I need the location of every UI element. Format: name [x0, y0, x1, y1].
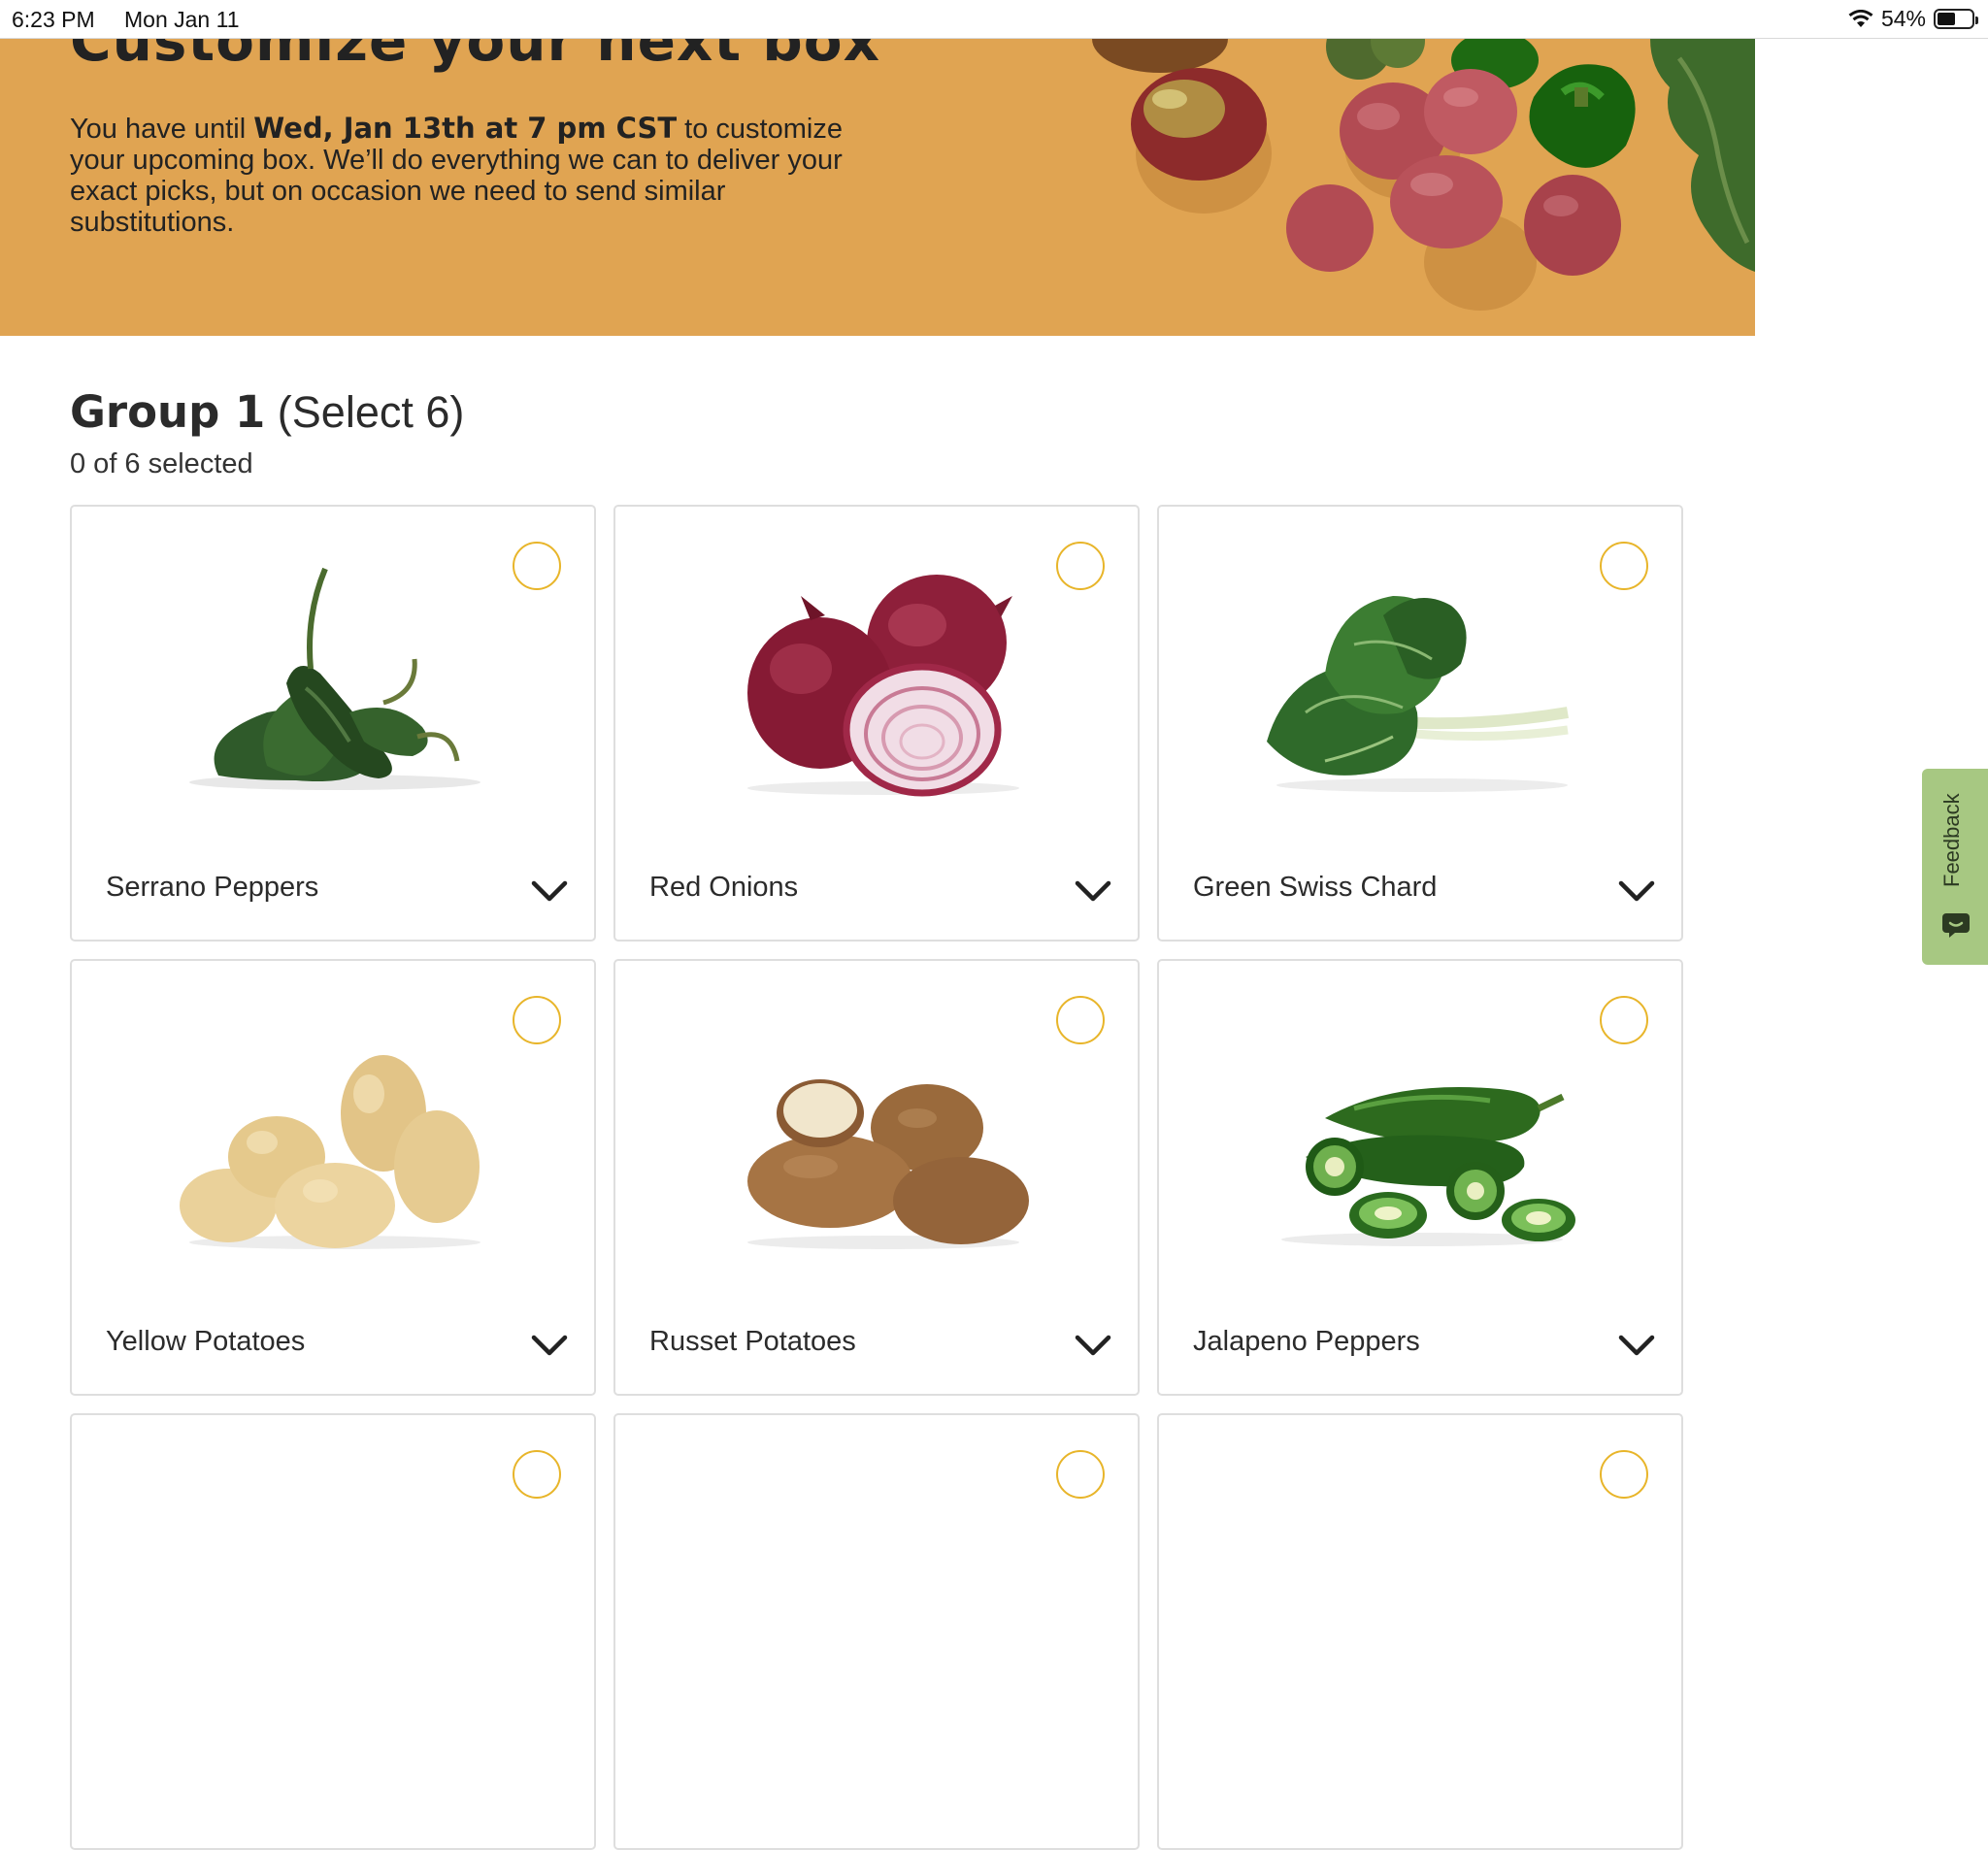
chevron-down-icon[interactable]: [530, 1332, 569, 1359]
select-radio[interactable]: [1056, 996, 1105, 1044]
wifi-icon: [1848, 9, 1873, 27]
feedback-chat-icon: [1942, 913, 1970, 938]
product-card-green-swiss-chard[interactable]: Green Swiss Chard: [1157, 505, 1683, 942]
feedback-tab[interactable]: Feedback: [1922, 769, 1988, 965]
serrano-pepper-image: [189, 567, 480, 790]
product-name: Green Swiss Chard: [1193, 872, 1438, 903]
swiss-chard-image: [1267, 596, 1569, 792]
jalapeno-pepper-image: [1281, 1087, 1575, 1246]
product-card-partial[interactable]: [613, 1413, 1140, 1850]
hero-deadline: Wed, Jan 13th at 7 pm CST: [253, 112, 678, 145]
page-title: Customize your next box: [70, 39, 881, 74]
product-name: Russet Potatoes: [649, 1326, 856, 1357]
group-title: Group 1: [70, 386, 266, 438]
product-card-jalapeno-peppers[interactable]: Jalapeno Peppers: [1157, 959, 1683, 1396]
battery-icon: [1934, 9, 1978, 29]
chevron-down-icon[interactable]: [1074, 1332, 1112, 1359]
russet-potato-image: [747, 1079, 1029, 1249]
selection-count: 0 of 6 selected: [70, 448, 253, 479]
product-name: Serrano Peppers: [106, 872, 319, 903]
hero-description: You have until Wed, Jan 13th at 7 pm CST…: [70, 113, 895, 238]
product-card-partial[interactable]: [1157, 1413, 1683, 1850]
produce-photo-image: [1092, 39, 1755, 311]
product-card-serrano-peppers[interactable]: Serrano Peppers: [70, 505, 596, 942]
chevron-down-icon[interactable]: [530, 877, 569, 905]
select-radio[interactable]: [1600, 542, 1648, 590]
product-name: Red Onions: [649, 872, 799, 903]
select-radio[interactable]: [513, 1450, 561, 1499]
product-card-yellow-potatoes[interactable]: Yellow Potatoes: [70, 959, 596, 1396]
chevron-down-icon[interactable]: [1617, 877, 1656, 905]
product-name: Jalapeno Peppers: [1193, 1326, 1420, 1357]
select-radio[interactable]: [513, 542, 561, 590]
select-radio[interactable]: [1056, 542, 1105, 590]
red-onion-image: [747, 575, 1019, 797]
status-indicators: 54%: [1848, 6, 1978, 32]
chevron-down-icon[interactable]: [1617, 1332, 1656, 1359]
group-subtitle: (Select 6): [277, 387, 465, 437]
chevron-down-icon[interactable]: [1074, 877, 1112, 905]
feedback-label: Feedback: [1939, 793, 1964, 887]
select-radio[interactable]: [1056, 1450, 1105, 1499]
group-title-line: Group 1 (Select 6): [70, 386, 465, 438]
status-bar: 6:23 PM Mon Jan 11 54%: [0, 0, 1988, 39]
hero-banner: Customize your next box You have until W…: [0, 39, 1755, 336]
select-radio[interactable]: [1600, 996, 1648, 1044]
select-radio[interactable]: [1600, 1450, 1648, 1499]
yellow-potato-image: [180, 1055, 480, 1249]
product-card-red-onions[interactable]: Red Onions: [613, 505, 1140, 942]
status-date: Mon Jan 11: [124, 7, 240, 32]
product-card-russet-potatoes[interactable]: Russet Potatoes: [613, 959, 1140, 1396]
product-card-partial[interactable]: [70, 1413, 596, 1850]
group-header: Group 1 (Select 6): [70, 386, 464, 438]
battery-percent: 54%: [1880, 6, 1926, 31]
status-time: 6:23 PM: [12, 7, 95, 32]
select-radio[interactable]: [513, 996, 561, 1044]
product-name: Yellow Potatoes: [106, 1326, 306, 1357]
hero-text-before: You have until: [70, 114, 254, 145]
